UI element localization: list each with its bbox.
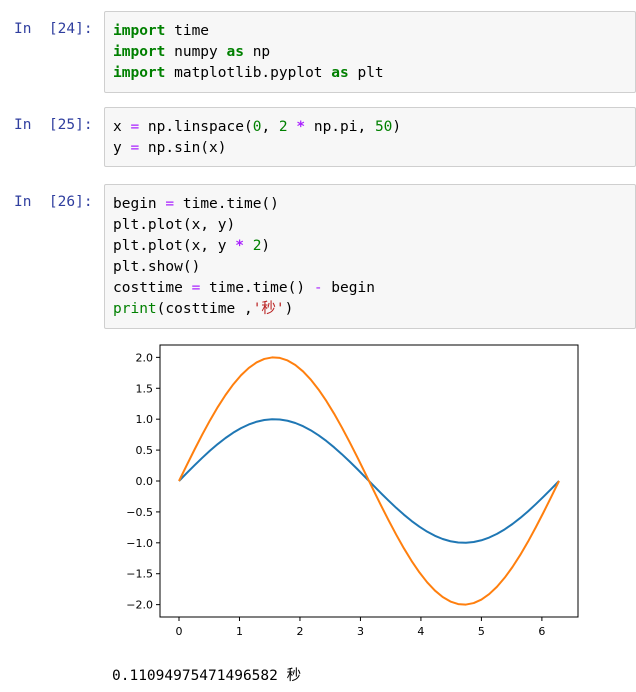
code-token: )	[392, 119, 402, 135]
y-tick-label: −1.0	[126, 537, 153, 550]
plot-output: 0 1 2 3 4 5 6 2.0 1.5 1.0 0.5 0.0 −0.5 −1.0 −1.5 −2.0	[104, 336, 636, 646]
cell-prompt: In [24]:	[14, 21, 93, 37]
line-chart: 0 1 2 3 4 5 6 2.0 1.5 1.0 0.5 0.0 −0.5 −1.0 −1.5 −2.0	[126, 344, 579, 638]
code-token: =	[130, 119, 140, 135]
code-line: import numpy as np	[113, 42, 627, 63]
code-token: plt.show()	[113, 259, 201, 275]
code-token: matplotlib.pyplot	[165, 65, 332, 81]
code-token: as	[226, 44, 244, 60]
code-token: numpy	[165, 44, 227, 60]
x-tick-label: 6	[538, 625, 545, 638]
code-cell-25[interactable]: In [25]: x = np.linspace(0, 2 * np.pi, 5…	[0, 107, 636, 167]
code-token: )	[284, 301, 294, 317]
code-token: =	[165, 196, 175, 212]
x-tick-label: 4	[417, 625, 424, 638]
code-line: y = np.sin(x)	[113, 138, 627, 159]
code-token: x	[113, 119, 131, 135]
cell-prompt: In [26]:	[14, 194, 93, 210]
series-line-1	[178, 356, 560, 606]
code-token: plt	[348, 65, 384, 81]
code-token: import	[113, 65, 166, 81]
code-token: =	[191, 280, 201, 296]
y-tick-label: −0.5	[126, 506, 153, 519]
code-line: x = np.linspace(0, 2 * np.pi, 50)	[113, 117, 627, 138]
code-token: 2	[278, 119, 288, 135]
code-line: plt.plot(x, y)	[113, 215, 627, 236]
code-token: np.linspace(	[139, 119, 253, 135]
stdout-output: 0.11094975471496582 秒	[112, 668, 302, 684]
code-token: time.time()	[200, 280, 314, 296]
y-tick-label: 2.0	[136, 351, 154, 364]
code-token: )	[261, 238, 271, 254]
code-editor[interactable]: x = np.linspace(0, 2 * np.pi, 50) y = np.…	[104, 107, 636, 167]
y-tick-label: 1.0	[136, 413, 154, 426]
code-line: import matplotlib.pyplot as plt	[113, 63, 627, 84]
code-token: np.sin(x)	[139, 140, 227, 156]
code-token: *	[235, 238, 244, 254]
x-tick-label: 3	[357, 625, 364, 638]
code-line: print(costtime ,'秒')	[113, 299, 627, 320]
x-tick-label: 5	[478, 625, 485, 638]
code-line: plt.show()	[113, 257, 627, 278]
code-line: plt.plot(x, y * 2)	[113, 236, 627, 257]
code-line: import time	[113, 21, 627, 42]
code-editor[interactable]: import time import numpy as np import matp…	[104, 11, 636, 93]
code-token: ,	[261, 119, 279, 135]
code-token: as	[331, 65, 349, 81]
code-token: print	[113, 301, 157, 317]
code-token: begin	[113, 196, 166, 212]
code-token: 50	[374, 119, 393, 135]
code-line: begin = time.time()	[113, 194, 627, 215]
code-token: import	[113, 23, 166, 39]
cell-prompt: In [25]:	[14, 117, 93, 133]
code-cell-26[interactable]: In [26]: begin = time.time() plt.plot(x, …	[0, 184, 636, 329]
code-token: time.time()	[174, 196, 279, 212]
y-tick-label: 0.0	[136, 475, 154, 488]
y-tick-label: −1.5	[126, 568, 153, 581]
code-token: np	[243, 44, 271, 60]
y-tick-label: 0.5	[136, 444, 154, 457]
code-editor[interactable]: begin = time.time() plt.plot(x, y) plt.plo…	[104, 184, 636, 329]
code-token: plt.plot(x, y	[113, 238, 236, 254]
x-tick-label: 1	[236, 625, 243, 638]
y-tick-label: −2.0	[126, 599, 153, 612]
code-token: -	[313, 280, 323, 296]
code-token: costtime	[113, 280, 192, 296]
code-cell-24[interactable]: In [24]: import time import numpy as np im…	[0, 11, 636, 93]
x-tick-label: 2	[296, 625, 303, 638]
code-token: =	[130, 140, 140, 156]
code-line: costtime = time.time() - begin	[113, 278, 627, 299]
code-token: import	[113, 44, 166, 60]
x-tick-label: 0	[175, 625, 182, 638]
code-token: (costtime ,	[156, 301, 253, 317]
code-token: '秒'	[252, 301, 285, 317]
code-token: *	[296, 119, 306, 135]
code-token: plt.plot(x, y)	[113, 217, 236, 233]
y-tick-label: 1.5	[136, 382, 154, 395]
code-token: np.pi,	[305, 119, 375, 135]
code-token: y	[113, 140, 131, 156]
code-token: begin	[322, 280, 375, 296]
code-token: time	[165, 23, 210, 39]
